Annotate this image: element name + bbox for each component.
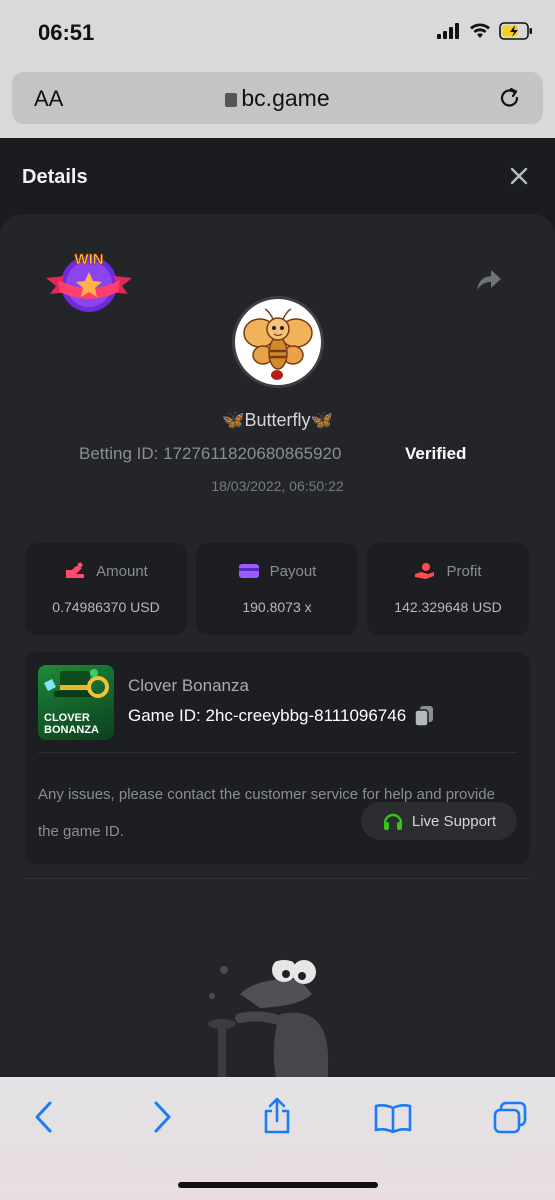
svg-text:CLOVER: CLOVER (44, 712, 90, 724)
verified-link[interactable]: Verified (405, 444, 466, 464)
crocodile-mascot-icon (208, 958, 329, 1078)
bet-details-card: WIN 🦋Butterfly🦋 Betting ID: 172761182068… (0, 214, 555, 1084)
stat-value: 190.8073 x (242, 599, 312, 615)
butterfly-icon: 🦋 (222, 410, 245, 430)
copy-icon[interactable] (414, 705, 434, 727)
browser-address-area: AA bc.game (0, 62, 555, 138)
battery-icon (499, 22, 532, 40)
forward-icon[interactable] (150, 1099, 174, 1135)
win-badge-icon: WIN (46, 251, 132, 312)
status-icons (437, 22, 533, 40)
username[interactable]: 🦋Butterfly🦋 (0, 410, 555, 431)
divider (38, 752, 517, 753)
stat-value: 0.74986370 USD (52, 599, 160, 615)
live-support-label: Live Support (411, 812, 497, 830)
back-icon[interactable] (32, 1099, 56, 1135)
profit-icon (415, 563, 435, 579)
details-title: Details (22, 166, 88, 188)
live-support-button[interactable]: Live Support (361, 802, 517, 840)
amount-icon (66, 562, 85, 578)
betting-id: Betting ID: 1727611820680865920 (79, 444, 342, 463)
section-divider (25, 878, 530, 879)
url-label[interactable]: bc.game (12, 85, 543, 112)
lock-icon (225, 93, 238, 107)
payout-card-icon (238, 564, 259, 578)
game-id-value: 2hc-creeybbg-8111096746 (205, 706, 407, 725)
close-icon[interactable] (509, 166, 529, 186)
status-bar: 06:51 (0, 0, 555, 62)
user-avatar (232, 296, 324, 388)
clover-bonanza-logo-icon: CLOVER BONANZA (44, 669, 109, 736)
stat-label: Amount (96, 562, 148, 580)
stat-amount: Amount 0.74986370 USD (25, 543, 187, 635)
home-indicator (178, 1182, 378, 1188)
svg-text:BONANZA: BONANZA (44, 724, 99, 736)
butterfly-avatar-icon (243, 308, 313, 380)
svg-text:WIN: WIN (74, 251, 103, 268)
stat-profit: Profit 142.329648 USD (367, 543, 529, 635)
game-name[interactable]: Clover Bonanza (128, 676, 249, 696)
reload-icon[interactable] (497, 85, 523, 111)
bookmarks-icon[interactable] (374, 1103, 412, 1133)
share-arrow-icon[interactable] (475, 268, 503, 292)
stat-value: 142.329648 USD (394, 599, 502, 615)
game-id-label: Game ID: (128, 706, 201, 725)
stat-label: Payout (269, 562, 317, 580)
game-thumbnail[interactable]: CLOVER BONANZA (38, 665, 114, 740)
wifi-icon (470, 23, 490, 38)
stat-payout: Payout 190.8073 x (196, 543, 358, 635)
url-text: bc.game (241, 85, 330, 111)
bet-date: 18/03/2022, 06:50:22 (211, 478, 344, 494)
butterfly-icon: 🦋 (310, 410, 333, 430)
username-text: Butterfly (244, 410, 311, 430)
share-icon[interactable] (262, 1097, 292, 1135)
tabs-icon[interactable] (492, 1101, 528, 1135)
game-info-card: CLOVER BONANZA Clover Bonanza Game ID: 2… (25, 652, 530, 864)
stat-label: Profit (446, 562, 482, 580)
status-time: 06:51 (38, 20, 95, 45)
signal-icon (437, 23, 459, 39)
details-sheet: Details WIN 🦋Butterfly🦋 Betting ID: 1727… (0, 138, 555, 1084)
headphones-icon (383, 813, 403, 830)
game-id-row: Game ID: 2hc-creeybbg-8111096746 (128, 705, 434, 727)
address-bar[interactable]: AA bc.game (12, 72, 543, 124)
